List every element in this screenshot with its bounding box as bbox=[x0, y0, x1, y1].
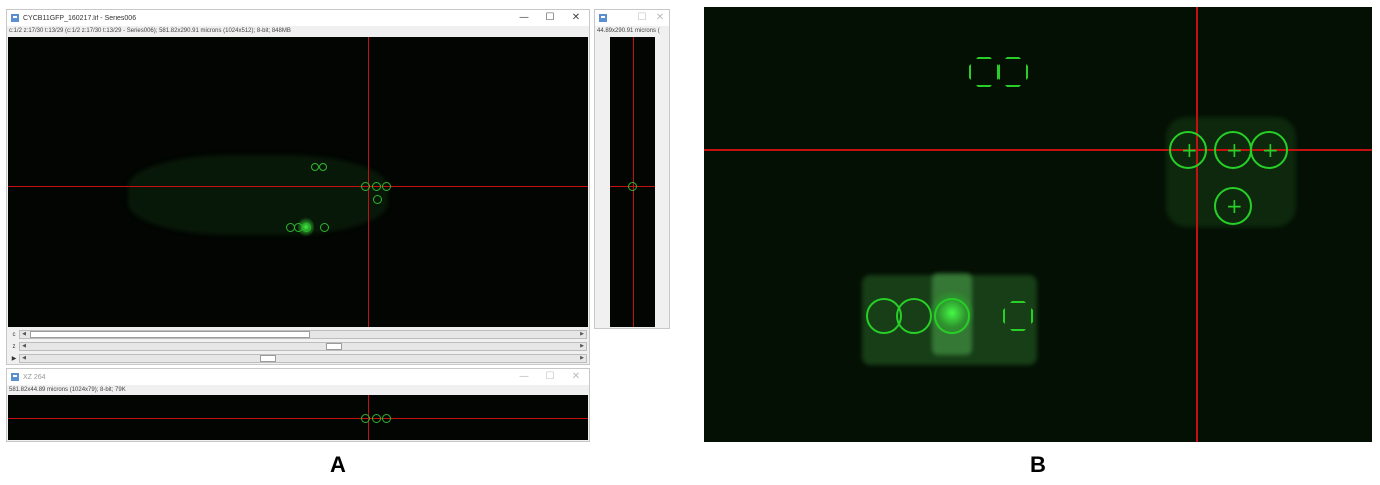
roi-circle bbox=[896, 298, 932, 334]
close-button[interactable]: ✕ bbox=[563, 10, 589, 26]
maximize-button[interactable]: ☐ bbox=[633, 10, 651, 26]
minimize-button[interactable]: — bbox=[511, 369, 537, 385]
xz-window-title: XZ 264 bbox=[23, 373, 46, 381]
maximize-button[interactable]: ☐ bbox=[537, 10, 563, 26]
main-image-canvas[interactable] bbox=[8, 37, 588, 327]
minimize-button[interactable]: — bbox=[511, 10, 537, 26]
plus-marker-icon: + bbox=[1181, 138, 1198, 162]
slider-label-z: z bbox=[12, 343, 16, 350]
yz-image-window[interactable]: ☐ ✕ 44.89x290.91 microns ( bbox=[594, 9, 670, 329]
imagej-app-icon bbox=[11, 373, 19, 381]
z-slider[interactable]: ◀ ▶ bbox=[19, 342, 587, 351]
arrow-right-icon[interactable]: ▶ bbox=[578, 355, 586, 362]
roi-octagon bbox=[998, 57, 1028, 87]
embryo-outline bbox=[128, 155, 388, 235]
roi-octagon bbox=[969, 57, 999, 87]
panel-label-b: B bbox=[1030, 452, 1046, 477]
arrow-right-icon[interactable]: ▶ bbox=[578, 343, 586, 350]
roi-circle bbox=[382, 414, 391, 423]
roi-octagon bbox=[1003, 301, 1033, 331]
roi-circle bbox=[361, 414, 370, 423]
xz-image-window[interactable]: XZ 264 — ☐ ✕ 581.82x44.89 microns (1024x… bbox=[6, 368, 590, 442]
main-window-titlebar[interactable]: CYCB11GFP_160217.lif - Series006 — ☐ ✕ bbox=[7, 10, 589, 26]
arrow-left-icon[interactable]: ◀ bbox=[20, 343, 28, 350]
arrow-left-icon[interactable]: ◀ bbox=[20, 331, 28, 338]
zoomed-image-panel: + + + + bbox=[704, 7, 1372, 442]
time-slider-thumb[interactable] bbox=[260, 355, 276, 362]
arrow-left-icon[interactable]: ◀ bbox=[20, 355, 28, 362]
roi-circle bbox=[302, 223, 311, 232]
arrow-right-icon[interactable]: ▶ bbox=[578, 331, 586, 338]
roi-circle bbox=[382, 182, 391, 191]
crosshair-horizontal bbox=[8, 186, 588, 187]
crosshair-vertical bbox=[1196, 7, 1198, 442]
crosshair-horizontal bbox=[8, 418, 588, 419]
roi-circle bbox=[311, 163, 319, 171]
slider-row-c[interactable]: c ◀ ▶ bbox=[9, 329, 587, 340]
plus-marker-icon: + bbox=[1226, 138, 1243, 162]
slider-row-t[interactable]: ▶ ◀ ▶ bbox=[9, 353, 587, 364]
xz-window-info: 581.82x44.89 microns (1024x79); 8-bit; 7… bbox=[9, 387, 126, 393]
yz-window-titlebar[interactable]: ☐ ✕ bbox=[595, 10, 669, 26]
yz-window-info: 44.89x290.91 microns ( bbox=[597, 28, 660, 34]
close-button[interactable]: ✕ bbox=[563, 369, 589, 385]
yz-image-canvas[interactable] bbox=[610, 37, 655, 327]
main-window-title: CYCB11GFP_160217.lif - Series006 bbox=[23, 14, 137, 22]
plus-marker-icon: + bbox=[1226, 194, 1243, 218]
main-window-info: c:1/2 z:17/30 t:13/29 (c:1/2 z:17/30 t:1… bbox=[9, 28, 291, 34]
xz-image-canvas[interactable] bbox=[8, 395, 588, 440]
panel-label-a: A bbox=[330, 452, 346, 477]
main-image-window[interactable]: CYCB11GFP_160217.lif - Series006 — ☐ ✕ c… bbox=[6, 9, 590, 365]
slider-row-z[interactable]: z ◀ ▶ bbox=[9, 341, 587, 352]
roi-circle bbox=[372, 414, 381, 423]
roi-circle bbox=[319, 163, 327, 171]
roi-circle bbox=[372, 182, 381, 191]
imagej-app-icon bbox=[599, 14, 607, 22]
slider-play-icon[interactable]: ▶ bbox=[9, 355, 19, 362]
slider-label-c: c bbox=[12, 331, 16, 338]
xz-window-titlebar[interactable]: XZ 264 — ☐ ✕ bbox=[7, 369, 589, 385]
roi-circle bbox=[628, 182, 637, 191]
plus-marker-icon: + bbox=[1262, 138, 1279, 162]
roi-circle bbox=[320, 223, 329, 232]
channel-slider[interactable]: ◀ ▶ bbox=[19, 330, 587, 339]
imagej-app-icon bbox=[11, 14, 19, 22]
time-slider[interactable]: ◀ ▶ bbox=[19, 354, 587, 363]
z-slider-thumb[interactable] bbox=[326, 343, 342, 350]
roi-circle bbox=[361, 182, 370, 191]
close-button[interactable]: ✕ bbox=[651, 10, 669, 26]
maximize-button[interactable]: ☐ bbox=[537, 369, 563, 385]
roi-circle bbox=[934, 298, 970, 334]
channel-slider-thumb[interactable] bbox=[30, 331, 310, 338]
roi-circle bbox=[373, 195, 382, 204]
